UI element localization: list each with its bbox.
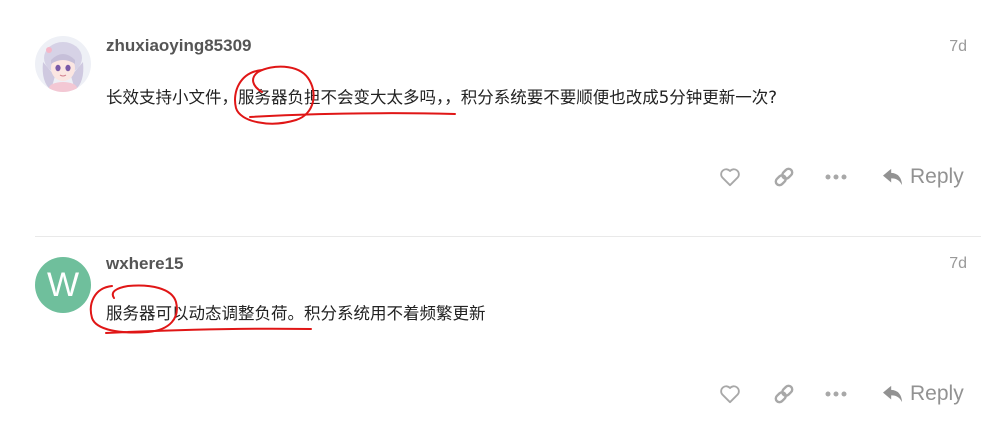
username[interactable]: zhuxiaoying85309 bbox=[106, 36, 252, 56]
show-more-button[interactable] bbox=[822, 160, 850, 194]
heart-icon bbox=[720, 168, 740, 187]
post-actions: Reply bbox=[700, 160, 990, 194]
post-body: 服务器可以动态调整负荷。积分系统用不着频繁更新 bbox=[106, 304, 486, 323]
reply-icon bbox=[883, 168, 903, 186]
topic-thread: zhuxiaoying85309 7d 长效支持小文件，服务器负担不会变大太多吗… bbox=[0, 0, 1005, 438]
like-button[interactable] bbox=[716, 160, 744, 194]
heart-icon bbox=[720, 385, 740, 404]
post-body: 长效支持小文件，服务器负担不会变大太多吗，，积分系统要不要顺便也改成5分钟更新一… bbox=[106, 88, 778, 107]
reply-icon bbox=[883, 385, 903, 403]
post-actions: Reply bbox=[700, 377, 990, 411]
reply-label: Reply bbox=[910, 382, 964, 405]
ellipsis-icon bbox=[825, 174, 847, 180]
copy-link-button[interactable] bbox=[770, 160, 798, 194]
anime-avatar-image bbox=[35, 36, 91, 92]
reply-button[interactable]: Reply bbox=[882, 160, 972, 194]
post-date[interactable]: 7d bbox=[949, 255, 967, 273]
username[interactable]: wxhere15 bbox=[106, 254, 184, 274]
link-icon bbox=[774, 167, 794, 187]
reply-button[interactable]: Reply bbox=[882, 377, 972, 411]
avatar[interactable] bbox=[35, 36, 91, 92]
ellipsis-icon bbox=[825, 391, 847, 397]
reply-label: Reply bbox=[910, 165, 964, 188]
post: zhuxiaoying85309 7d 长效支持小文件，服务器负担不会变大太多吗… bbox=[0, 0, 1005, 236]
link-icon bbox=[774, 384, 794, 404]
like-button[interactable] bbox=[716, 377, 744, 411]
copy-link-button[interactable] bbox=[770, 377, 798, 411]
post: W wxhere15 7d 服务器可以动态调整负荷。积分系统用不着频繁更新 Re… bbox=[0, 237, 1005, 438]
post-date[interactable]: 7d bbox=[949, 38, 967, 56]
show-more-button[interactable] bbox=[822, 377, 850, 411]
avatar[interactable]: W bbox=[35, 257, 91, 313]
